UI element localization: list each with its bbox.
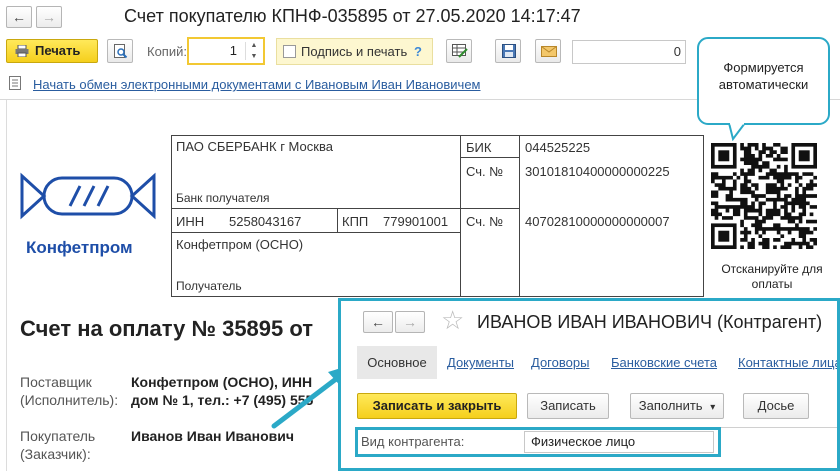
tab-contracts[interactable]: Договоры (531, 355, 589, 370)
save-record-button[interactable]: Записать (527, 393, 609, 419)
tab-contacts[interactable]: Контактные лица (738, 355, 837, 370)
kpp-value: 779901001 (383, 214, 449, 229)
start-edi-exchange-link[interactable]: Начать обмен электронными документами с … (33, 77, 481, 92)
field-underline (721, 427, 837, 428)
print-button-label: Печать (35, 43, 81, 58)
bik-value: 044525225 (525, 140, 591, 155)
account-label: Сч. № (466, 214, 504, 229)
forward-button[interactable]: → (36, 6, 62, 28)
arrow-left-icon: ← (12, 9, 26, 25)
document-exchange-icon (9, 76, 21, 90)
qr-caption-line-1: Отсканируйте для (721, 262, 823, 276)
sum-field[interactable]: 0 (572, 40, 686, 64)
save-and-close-button[interactable]: Записать и закрыть (357, 393, 517, 419)
sheet-edge (6, 100, 7, 471)
fill-button[interactable]: Заполнить ▾ (630, 393, 724, 419)
recipient-caption: Получатель (176, 279, 242, 293)
floppy-disk-icon (502, 44, 516, 58)
arrow-right-icon: → (403, 314, 417, 330)
callout-pointer (727, 123, 747, 141)
company-brand: Конфетпром (26, 238, 133, 257)
sign-and-print-checkbox[interactable] (283, 45, 296, 58)
counterparty-title: ИВАНОВ ИВАН ИВАНОВИЧ (Контрагент) (477, 312, 823, 332)
buyer-label-line-1: Покупатель (20, 428, 96, 444)
counterparty-window: ← → ☆ ИВАНОВ ИВАН ИВАНОВИЧ (Контрагент) … (338, 298, 840, 471)
help-icon[interactable]: ? (414, 39, 422, 64)
auto-generated-callout: Формируется автоматически (697, 37, 830, 125)
edit-document-button[interactable] (446, 39, 472, 63)
account-value: 40702810000000000007 (525, 214, 670, 229)
sign-and-print-label: Подпись и печать (301, 44, 408, 59)
magnifier-icon (114, 44, 128, 59)
qr-caption-line-2: оплаты (751, 277, 793, 291)
bank-name: ПАО СБЕРБАНК г Москва (176, 139, 333, 154)
fill-button-label: Заполнить (638, 398, 703, 413)
tab-bank-accounts[interactable]: Банковские счета (611, 355, 717, 370)
preview-button[interactable] (107, 39, 133, 63)
counterparty-kind-field[interactable]: Физическое лицо (524, 431, 714, 453)
arrow-left-icon: ← (371, 314, 385, 330)
dossier-button[interactable]: Досье (743, 393, 809, 419)
buyer-label: Покупатель (Заказчик): (20, 427, 95, 463)
back-button[interactable]: ← (6, 6, 32, 28)
print-button[interactable]: Печать (6, 39, 98, 63)
supplier-label-line-1: Поставщик (20, 374, 92, 390)
counterparty-back-button[interactable]: ← (363, 311, 393, 333)
candy-logo-icon (20, 172, 156, 220)
recipient-name: Конфетпром (ОСНО) (176, 237, 304, 252)
kpp-label: КПП (342, 214, 369, 229)
inn-value: 5258043167 (229, 214, 302, 229)
buyer-label-line-2: (Заказчик): (20, 446, 91, 462)
inn-label: ИНН (176, 214, 205, 229)
supplier-label-line-2: (Исполнитель): (20, 392, 119, 408)
copies-label: Копий: (147, 44, 187, 59)
counterparty-kind-label: Вид контрагента: (361, 434, 465, 449)
bik-label: БИК (466, 140, 492, 155)
tab-documents[interactable]: Документы (447, 355, 514, 370)
arrow-right-icon: → (42, 9, 56, 25)
spin-down-icon[interactable]: ▼ (247, 51, 261, 62)
tab-main[interactable]: Основное (357, 346, 437, 379)
save-button[interactable] (495, 39, 521, 63)
copies-input[interactable]: 1 ▲ ▼ (187, 37, 265, 65)
corr-account-label: Сч. № (466, 164, 504, 179)
qr-caption: Отсканируйте для оплаты (704, 262, 840, 292)
invoice-window: ← → Счет покупателю КПНФ-035895 от 27.05… (0, 0, 840, 471)
invoice-title: Счет на оплату № 35895 от (20, 316, 314, 341)
supplier-label: Поставщик (Исполнитель): (20, 373, 118, 409)
counterparty-kind-row: Вид контрагента: Физическое лицо (355, 427, 721, 457)
spin-up-icon[interactable]: ▲ (247, 40, 261, 51)
printer-icon (15, 45, 29, 57)
callout-line-2: автоматически (718, 77, 809, 92)
counterparty-forward-button[interactable]: → (395, 311, 425, 333)
bank-caption: Банк получателя (176, 191, 270, 205)
window-title: Счет покупателю КПНФ-035895 от 27.05.202… (124, 6, 581, 26)
copies-value: 1 (229, 43, 237, 58)
envelope-icon (541, 46, 557, 57)
table-edit-icon (452, 44, 468, 58)
qr-code (711, 143, 817, 249)
chevron-down-icon: ▾ (710, 402, 716, 413)
send-email-button[interactable] (535, 39, 561, 63)
sign-and-print-toggle[interactable]: Подпись и печать ? (276, 38, 433, 65)
callout-line-1: Формируется (723, 60, 804, 75)
favorite-star-icon[interactable]: ☆ (441, 305, 464, 336)
corr-account-value: 30101810400000000225 (525, 164, 670, 179)
